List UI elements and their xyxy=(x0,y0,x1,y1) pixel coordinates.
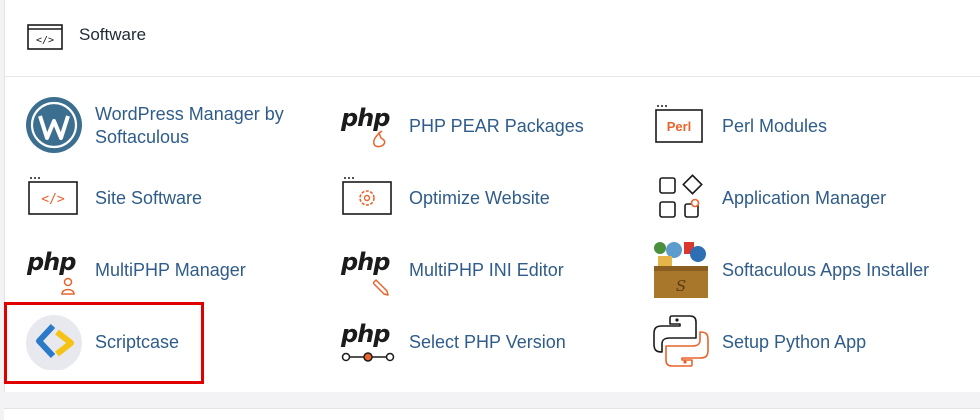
php-edit-icon: php xyxy=(339,240,397,298)
perl-modules-link[interactable]: Perl Perl Modules xyxy=(652,96,912,156)
section-title: Software xyxy=(79,25,147,44)
perl-icon: Perl xyxy=(655,105,703,143)
pear-icon xyxy=(373,130,386,148)
version-slider-icon xyxy=(341,352,395,362)
php-user-icon: php xyxy=(25,240,83,298)
php-pear-icon: php xyxy=(339,96,397,154)
svg-text:S: S xyxy=(676,277,686,295)
multiphp-manager-link[interactable]: php MultiPHP Manager xyxy=(25,240,285,300)
wordpress-manager-link[interactable]: WordPress Manager by Softaculous xyxy=(25,96,315,156)
select-php-version-link[interactable]: php Select PHP Version xyxy=(339,312,599,372)
softaculous-apps-installer-link[interactable]: S Softaculous Apps Installer xyxy=(652,240,952,300)
php-version-slider-icon: php xyxy=(339,312,397,370)
application-manager-link[interactable]: Application Manager xyxy=(652,168,932,228)
perl-icon-text: Perl xyxy=(667,119,692,134)
wordpress-icon xyxy=(26,97,82,153)
pencil-icon xyxy=(373,279,389,296)
site-software-link[interactable]: </> Site Software xyxy=(25,168,285,228)
wordpress-manager-label-line2: Softaculous xyxy=(95,127,190,147)
optimize-website-link[interactable]: Optimize Website xyxy=(339,168,599,228)
setup-python-app-label: Setup Python App xyxy=(722,332,867,352)
php-logo-text: php xyxy=(341,248,390,276)
setup-python-app-link[interactable]: Setup Python App xyxy=(652,312,912,372)
select-php-version-label: Select PHP Version xyxy=(409,332,566,352)
php-logo-text: php xyxy=(341,320,390,348)
user-icon xyxy=(61,277,75,295)
scriptcase-highlight-box xyxy=(4,302,204,384)
perl-modules-label: Perl Modules xyxy=(722,116,828,136)
optimize-gear-icon xyxy=(342,177,392,215)
multiphp-ini-editor-label: MultiPHP INI Editor xyxy=(409,260,564,280)
app-grid-icon xyxy=(659,174,703,218)
next-section-edge xyxy=(4,408,980,420)
softaculous-apps-installer-label: Softaculous Apps Installer xyxy=(722,260,930,280)
python-icon xyxy=(653,315,709,367)
code-window-icon: </> xyxy=(27,24,63,50)
svg-text:</>: </> xyxy=(41,192,65,207)
wordpress-manager-label-line1: WordPress Manager by xyxy=(95,104,284,124)
php-pear-packages-link[interactable]: php PHP PEAR Packages xyxy=(339,96,619,156)
php-logo-text: php xyxy=(27,248,76,276)
application-manager-label: Application Manager xyxy=(722,188,887,208)
php-logo-text: php xyxy=(341,104,390,132)
code-window-icon: </> xyxy=(28,177,78,215)
section-header: </> Software xyxy=(5,0,980,77)
php-pear-packages-label: PHP PEAR Packages xyxy=(409,116,584,136)
softaculous-box-icon: S xyxy=(654,242,708,298)
site-software-label: Site Software xyxy=(95,188,203,208)
multiphp-ini-editor-link[interactable]: php MultiPHP INI Editor xyxy=(339,240,599,300)
svg-text:</>: </> xyxy=(36,35,54,46)
optimize-website-label: Optimize Website xyxy=(409,188,550,208)
multiphp-manager-label: MultiPHP Manager xyxy=(95,260,246,280)
